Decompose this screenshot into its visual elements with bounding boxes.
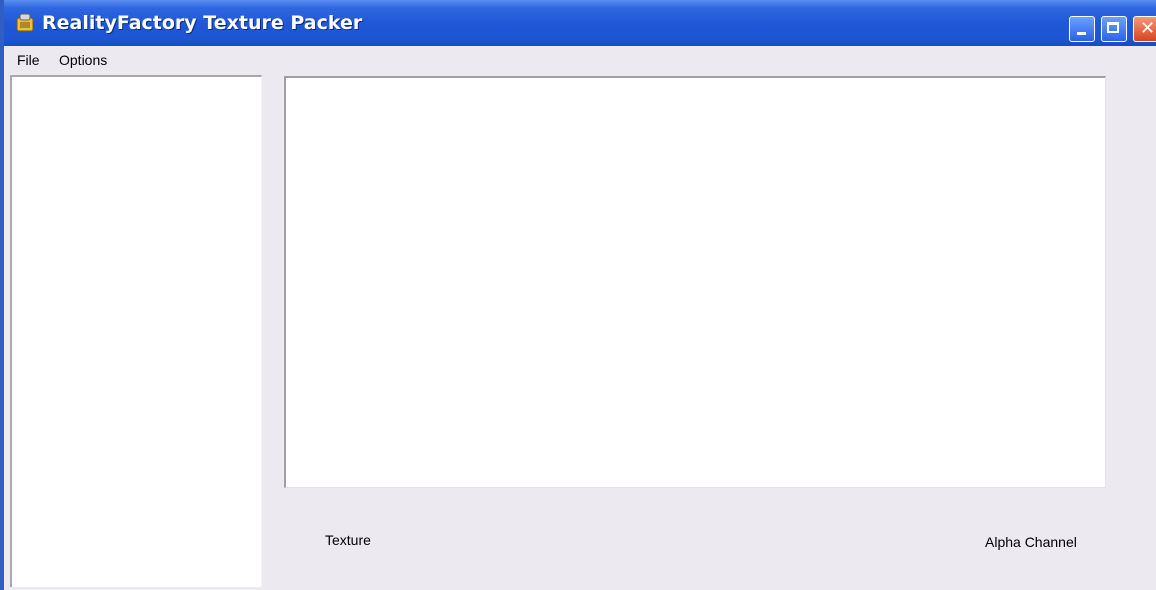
minimize-button[interactable]	[1069, 16, 1095, 42]
menu-options[interactable]: Options	[59, 52, 107, 68]
texture-list-panel[interactable]	[10, 75, 262, 587]
close-icon: ✕	[1140, 18, 1156, 39]
texture-preview-panel[interactable]	[284, 76, 1106, 488]
menu-file[interactable]: File	[17, 52, 40, 68]
close-button[interactable]: ✕	[1133, 16, 1156, 42]
texture-label: Texture	[325, 532, 371, 548]
alpha-channel-label: Alpha Channel	[985, 534, 1077, 550]
app-icon	[16, 13, 34, 32]
window-title: RealityFactory Texture Packer	[42, 12, 363, 34]
menu-bar: File Options	[4, 46, 1156, 74]
title-bar[interactable]: RealityFactory Texture Packer ✕	[4, 0, 1156, 46]
maximize-button[interactable]	[1101, 16, 1127, 42]
app-window: RealityFactory Texture Packer ✕ File Opt…	[0, 0, 1156, 590]
